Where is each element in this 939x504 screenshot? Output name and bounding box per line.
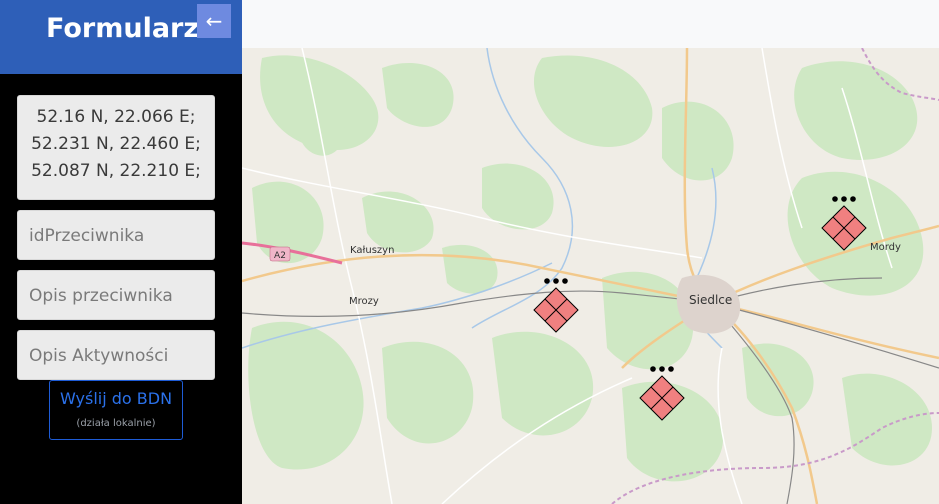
map-view[interactable]: A2 Kałuszyn Mrozy Siedlce Mordy <box>242 48 939 504</box>
coordinate-line: 52.231 N, 22.460 E; <box>31 134 201 154</box>
send-button-label: Wyślij do BDN <box>59 389 173 408</box>
page-title: Formularz <box>46 13 200 44</box>
map-canvas[interactable]: A2 Kałuszyn Mrozy Siedlce Mordy <box>242 48 939 504</box>
place-label: Kałuszyn <box>350 245 394 256</box>
arrow-left-icon: ← <box>205 9 223 33</box>
send-to-bdn-button[interactable]: Wyślij do BDN (działa lokalnie) <box>49 380 183 440</box>
top-bar <box>242 0 939 48</box>
coordinates-box[interactable]: 52.16 N, 22.066 E; 52.231 N, 22.460 E; 5… <box>17 95 215 200</box>
enemy-id-input[interactable]: idPrzeciwnika <box>17 210 215 260</box>
sidebar: Formularz ← 52.16 N, 22.066 E; 52.231 N,… <box>0 0 242 504</box>
coordinate-line: 52.087 N, 22.210 E; <box>31 161 201 181</box>
road-label: A2 <box>274 251 286 261</box>
place-label: Siedlce <box>689 293 732 307</box>
place-label: Mrozy <box>349 296 379 307</box>
enemy-unit-diamond-icon[interactable] <box>533 278 579 333</box>
place-label: Mordy <box>870 242 901 253</box>
back-button[interactable]: ← <box>197 4 231 38</box>
activity-description-input[interactable]: Opis Aktywności <box>17 330 215 380</box>
forest-areas <box>248 55 932 482</box>
send-button-sublabel: (działa lokalnie) <box>76 418 156 429</box>
enemy-description-input[interactable]: Opis przeciwnika <box>17 270 215 320</box>
sidebar-header: Formularz ← <box>0 0 242 74</box>
coordinate-line: 52.16 N, 22.066 E; <box>36 107 196 127</box>
